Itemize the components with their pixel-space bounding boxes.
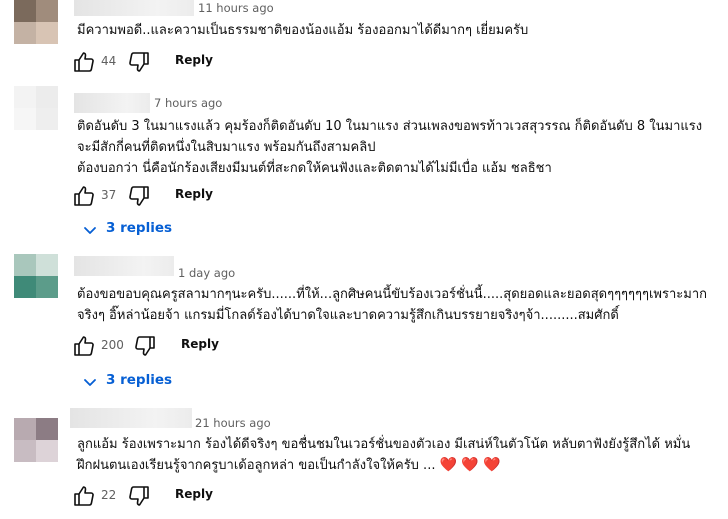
avatar-pixel — [14, 86, 36, 108]
chevron-down-icon — [84, 379, 96, 386]
avatar-pixel — [14, 254, 36, 276]
thumbs-up-icon[interactable] — [72, 334, 96, 358]
reply-button[interactable]: Reply — [181, 337, 219, 351]
comment-timestamp[interactable]: 11 hours ago — [198, 1, 274, 15]
avatar-pixel — [36, 86, 58, 108]
comment-thread: 7 hours ago ติดอันดับ 3 ในมาแรงแล้ว คุมร… — [0, 84, 728, 244]
thumbs-down-icon[interactable] — [133, 334, 157, 358]
comment-line: ฝึกฝนตนเองเรียนรู้จากครูบาเด้อลูกหล่า ขอ… — [77, 455, 690, 476]
avatar-pixel — [14, 440, 36, 462]
comment-text: มีความพอดี..และความเป็นธรรมชาติของน้องแอ… — [77, 20, 528, 41]
like-count: 37 — [101, 188, 117, 202]
comment-line: ต้องบอกว่า นี่คือนักร้องเสียงมีมนต์ที่สะ… — [77, 161, 552, 176]
comment-line: จริงๆ อิ๊หล่าน้อยจ้า แกรมมี่โกลด์ร้องได้… — [77, 308, 619, 323]
avatar[interactable] — [14, 418, 58, 462]
avatar-pixel — [14, 22, 36, 44]
thumbs-up-icon[interactable] — [72, 484, 96, 508]
heart-emoji: ❤️ ❤️ ❤️ — [439, 457, 501, 473]
author-name[interactable] — [74, 93, 150, 113]
avatar-pixel — [36, 0, 58, 22]
avatar-pixel — [14, 276, 36, 298]
view-replies-button[interactable]: 3 replies — [82, 219, 202, 241]
thumbs-down-icon[interactable] — [127, 50, 151, 74]
comment-text: ลูกแอ้ม ร้องเพราะมาก ร้องได้ดีจริงๆ ขอชื… — [77, 434, 690, 476]
comment-thread: 21 hours ago ลูกแอ้ม ร้องเพราะมาก ร้องได… — [0, 402, 728, 519]
comment-line: จะมีสักกี่คนที่ติดหนึ่งในสิบมาแรง พร้อมก… — [77, 140, 376, 155]
comment-timestamp[interactable]: 21 hours ago — [195, 416, 271, 430]
author-name[interactable] — [74, 256, 174, 276]
thumbs-down-icon[interactable] — [127, 184, 151, 208]
comment-thread: 11 hours ago มีความพอดี..และความเป็นธรรม… — [0, 0, 728, 82]
like-count: 22 — [101, 488, 117, 502]
like-count: 200 — [101, 338, 124, 352]
avatar-pixel — [36, 254, 58, 276]
avatar-pixel — [14, 0, 36, 22]
replies-label: 3 replies — [106, 220, 173, 236]
avatar-pixel — [14, 418, 36, 440]
reply-button[interactable]: Reply — [175, 187, 213, 201]
author-name[interactable] — [70, 408, 192, 428]
avatar[interactable] — [14, 0, 58, 44]
reply-button[interactable]: Reply — [175, 53, 213, 67]
thumbs-down-icon[interactable] — [127, 484, 151, 508]
avatar-pixel — [36, 22, 58, 44]
thumbs-up-icon[interactable] — [72, 184, 96, 208]
comment-line: ลูกแอ้ม ร้องเพราะมาก ร้องได้ดีจริงๆ ขอชื… — [77, 437, 691, 452]
replies-label: 3 replies — [106, 372, 173, 388]
avatar[interactable] — [14, 254, 58, 298]
view-replies-button[interactable]: 3 replies — [82, 371, 202, 393]
comment-line: ต้องขอขอบคุณครูสลามากๆนะครับ......ที่ให้… — [77, 287, 707, 302]
comment-actions: 22 Reply — [72, 484, 272, 508]
thumbs-up-icon[interactable] — [72, 50, 96, 74]
avatar-pixel — [36, 108, 58, 130]
comment-text: ต้องขอขอบคุณครูสลามากๆนะครับ......ที่ให้… — [77, 284, 707, 326]
comment-line: มีความพอดี..และความเป็นธรรมชาติของน้องแอ… — [77, 23, 529, 38]
like-count: 44 — [101, 54, 117, 68]
comment-actions: 44 Reply — [72, 50, 272, 74]
comment-text: ติดอันดับ 3 ในมาแรงแล้ว คุมร้องก็ติดอันด… — [77, 116, 702, 179]
comment-actions: 37 Reply — [72, 184, 272, 208]
comment-timestamp[interactable]: 7 hours ago — [154, 96, 222, 110]
comment-line-text: ฝึกฝนตนเองเรียนรู้จากครูบาเด้อลูกหล่า ขอ… — [77, 458, 436, 473]
comment-line: ติดอันดับ 3 ในมาแรงแล้ว คุมร้องก็ติดอันด… — [77, 119, 703, 134]
author-name[interactable] — [74, 0, 194, 16]
reply-button[interactable]: Reply — [175, 487, 213, 501]
chevron-down-icon — [84, 227, 96, 234]
comment-actions: 200 Reply — [72, 334, 272, 358]
avatar-pixel — [36, 418, 58, 440]
avatar-pixel — [14, 108, 36, 130]
comment-thread: 1 day ago ต้องขอขอบคุณครูสลามากๆนะครับ..… — [0, 250, 728, 395]
comment-timestamp[interactable]: 1 day ago — [178, 266, 235, 280]
avatar-pixel — [36, 276, 58, 298]
avatar-pixel — [36, 440, 58, 462]
avatar[interactable] — [14, 86, 58, 130]
